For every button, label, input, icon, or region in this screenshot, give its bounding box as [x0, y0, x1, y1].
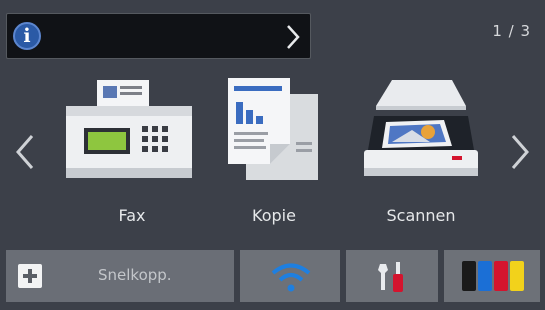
fax-label: Fax	[118, 206, 146, 225]
ink-level-button[interactable]	[444, 250, 540, 302]
printer-home-screen: i 1 / 3 Fax Kopie Scannen Snelkopp.	[0, 0, 545, 310]
wifi-icon	[271, 263, 311, 292]
info-icon: i	[13, 22, 41, 50]
scanner-icon	[364, 80, 478, 176]
copy-label: Kopie	[252, 206, 296, 225]
shortcut-label: Snelkopp.	[98, 266, 172, 284]
settings-button[interactable]	[346, 250, 438, 302]
wifi-button[interactable]	[240, 250, 340, 302]
carousel-next-button[interactable]	[509, 132, 531, 172]
tools-icon	[378, 262, 403, 292]
bottom-bar: Snelkopp.	[0, 250, 545, 302]
fax-tile[interactable]: Fax	[62, 72, 202, 232]
plus-icon	[18, 264, 42, 288]
info-bar[interactable]: i	[6, 13, 311, 59]
shortcut-button[interactable]: Snelkopp.	[6, 250, 234, 302]
copy-document-icon	[228, 78, 318, 180]
scan-tile[interactable]: Scannen	[356, 72, 486, 232]
fax-machine-icon	[66, 80, 192, 178]
carousel-prev-button[interactable]	[14, 132, 36, 172]
scan-label: Scannen	[386, 206, 456, 225]
copy-tile[interactable]: Kopie	[204, 72, 344, 232]
chevron-right-icon	[287, 25, 300, 49]
page-indicator: 1 / 3	[492, 22, 531, 40]
ink-cartridges-icon	[462, 261, 524, 291]
